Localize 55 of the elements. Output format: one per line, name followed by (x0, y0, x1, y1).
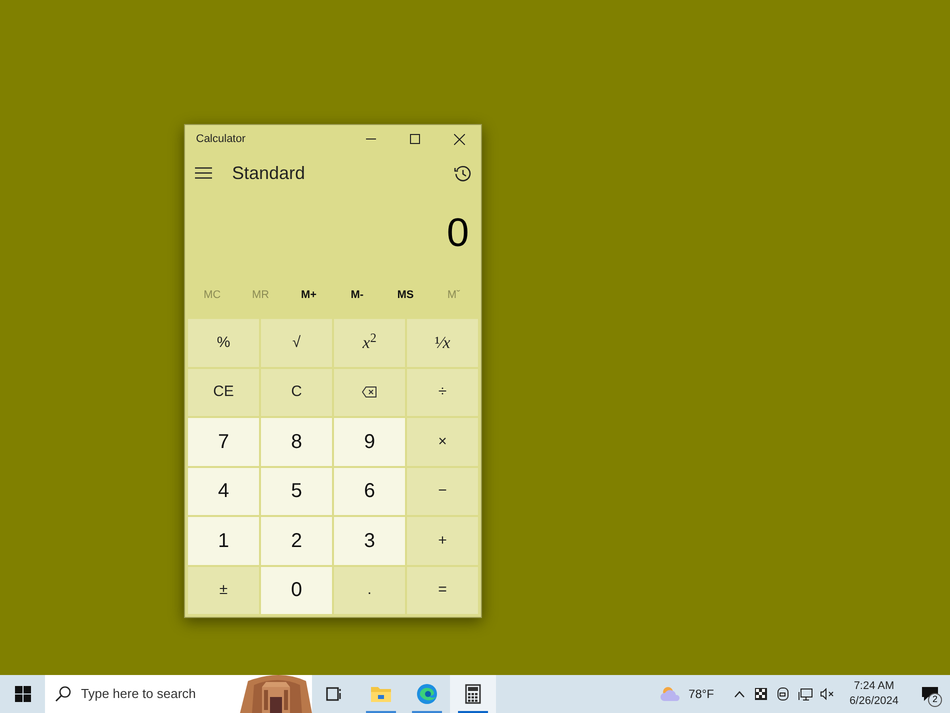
operator-key[interactable]: . (334, 566, 405, 614)
digit-key[interactable]: 9 (334, 418, 405, 466)
digit-key[interactable]: 6 (334, 468, 405, 515)
menu-button[interactable] (195, 166, 213, 180)
backspace-icon (362, 386, 377, 398)
network-icon[interactable] (798, 688, 813, 700)
search-field[interactable]: Type here to search (81, 684, 231, 704)
menu-icon (195, 167, 212, 179)
digit-key[interactable]: 5 (261, 468, 332, 515)
windows-logo-icon (14, 686, 30, 702)
camera-icon[interactable] (777, 687, 789, 701)
search-icon (55, 686, 71, 702)
operator-key[interactable]: + (407, 517, 478, 564)
operator-key[interactable]: − (407, 468, 478, 515)
clock-time[interactable]: 7:24 AM (854, 679, 894, 694)
operator-key[interactable]: ÷ (407, 368, 478, 416)
task-view-icon (326, 686, 344, 702)
digit-key[interactable]: 3 (334, 517, 405, 564)
calculator-icon (465, 684, 481, 704)
browser-icon (416, 683, 438, 705)
operator-key[interactable]: = (407, 566, 478, 614)
notifications-button[interactable]: 2 (910, 675, 950, 713)
operator-key[interactable]: C (261, 368, 332, 416)
operator-key[interactable]: ± (188, 566, 259, 614)
digit-key[interactable]: 0 (261, 566, 332, 614)
weather-temperature[interactable]: 78°F (688, 685, 714, 703)
display-value: 0 (446, 210, 469, 257)
history-icon (454, 164, 470, 182)
mode-title: Standard (232, 162, 306, 184)
chevron-up-icon[interactable] (734, 690, 745, 698)
operator-key[interactable]: × (407, 418, 478, 466)
operator-key[interactable]: x$^{2}$ (334, 319, 405, 366)
digit-key[interactable]: 8 (261, 418, 332, 466)
history-button[interactable] (453, 164, 471, 182)
window-title: Calculator (196, 132, 246, 147)
digit-key[interactable]: 2 (261, 517, 332, 564)
operator-key[interactable]: CE (188, 368, 259, 416)
folder-icon (370, 685, 392, 703)
memory-button[interactable]: M+ (284, 282, 333, 308)
maximize-icon (410, 134, 420, 144)
operator-key[interactable]: √ (261, 319, 332, 366)
memory-button[interactable]: M- (332, 282, 382, 308)
notification-count: 2 (928, 693, 942, 707)
taskbar-app-button[interactable] (450, 675, 496, 713)
clock-date[interactable]: 6/26/2024 (850, 694, 898, 709)
search-box[interactable]: Type here to search (45, 675, 312, 713)
digit-key[interactable]: 4 (188, 468, 259, 515)
digit-key[interactable]: 7 (188, 418, 259, 466)
close-icon (454, 134, 464, 144)
operator-key[interactable]: ¹⁄x (407, 319, 478, 366)
digit-key[interactable]: 1 (188, 517, 259, 564)
checkered-icon[interactable] (755, 688, 767, 700)
operator-key[interactable]: % (188, 319, 259, 366)
memory-button[interactable]: MS (381, 282, 430, 308)
muted-speaker-icon[interactable] (820, 688, 834, 700)
